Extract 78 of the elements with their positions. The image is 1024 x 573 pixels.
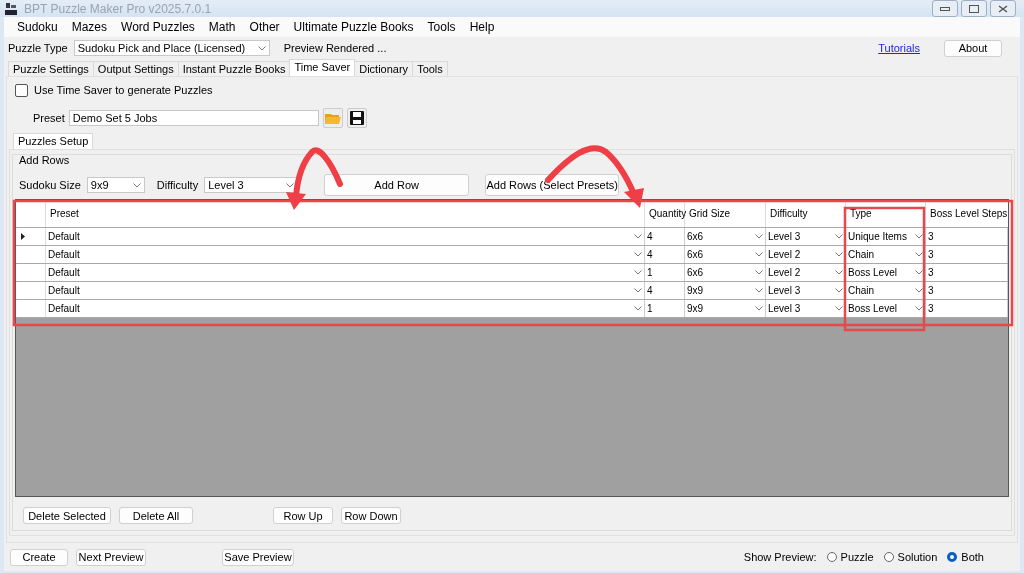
dropdown-cell[interactable]: Default [46, 282, 645, 299]
sudoku-size-label: Sudoku Size [19, 179, 81, 191]
column-header[interactable]: Grid Size [689, 208, 731, 219]
group-title: Add Rows [19, 154, 71, 166]
dropdown-cell[interactable]: Default [46, 300, 645, 317]
dropdown-cell[interactable]: Level 2 [766, 246, 846, 263]
column-header[interactable]: Difficulty [770, 208, 808, 219]
column-header[interactable]: Type [850, 208, 872, 219]
table-cell: 3 [928, 285, 934, 296]
puzzle-type-label: Puzzle Type [8, 42, 68, 54]
column-header[interactable]: Preset [50, 208, 79, 219]
table-cell: 3 [928, 231, 934, 242]
menu-item[interactable]: Mazes [64, 20, 115, 34]
dropdown-cell[interactable]: 6x6 [685, 264, 766, 281]
tab[interactable]: Puzzle Settings [8, 61, 94, 76]
dropdown-cell[interactable]: Default [46, 246, 645, 263]
add-row-button[interactable]: Add Row [324, 174, 470, 196]
table-cell: 3 [928, 303, 934, 314]
menu-item[interactable]: Other [242, 20, 287, 34]
difficulty-dropdown[interactable]: Level 3 [204, 177, 299, 193]
dropdown-cell[interactable]: Level 3 [766, 228, 846, 245]
tab[interactable]: Output Settings [92, 61, 179, 76]
menu-item[interactable]: Tools [420, 20, 463, 34]
table-cell: 4 [647, 285, 653, 296]
puzzle-type-dropdown[interactable]: Sudoku Pick and Place (Licensed) [73, 40, 270, 56]
dropdown-cell[interactable]: Boss Level [846, 300, 926, 317]
row-down-button[interactable]: Row Down [341, 507, 401, 524]
tab[interactable]: Dictionary [354, 61, 414, 76]
preview-status: Preview Rendered ... [283, 42, 387, 54]
window-title: BPT Puzzle Maker Pro v2025.7.0.1 [24, 1, 213, 16]
menu-item[interactable]: Ultimate Puzzle Books [286, 20, 421, 34]
delete-selected-button[interactable]: Delete Selected [23, 507, 111, 524]
dropdown-cell[interactable]: Level 3 [766, 282, 846, 299]
checkbox-label: Use Time Saver to generate Puzzles [34, 84, 213, 96]
radio-option[interactable]: Puzzle [826, 551, 874, 563]
tab[interactable]: Time Saver [289, 59, 356, 76]
dropdown-cell[interactable]: Chain [846, 282, 926, 299]
dropdown-cell[interactable]: 6x6 [685, 228, 766, 245]
preset-field[interactable]: Demo Set 5 Jobs [68, 110, 319, 126]
next-preview-button[interactable]: Next Preview [76, 548, 146, 566]
table-cell: 4 [647, 231, 653, 242]
dropdown-cell[interactable]: Default [46, 228, 645, 245]
difficulty-label: Difficulty [156, 179, 199, 191]
sudoku-size-dropdown[interactable]: 9x9 [86, 177, 145, 193]
add-rows-button[interactable]: Add Rows (Select Presets) [485, 174, 620, 196]
column-header[interactable]: Boss Level Steps [930, 208, 1008, 219]
dropdown-cell[interactable]: 9x9 [685, 300, 766, 317]
tutorials-link[interactable]: Tutorials [878, 42, 920, 54]
dropdown-cell[interactable]: Unique Items [846, 228, 926, 245]
table-cell: 3 [928, 267, 934, 278]
save-preview-button[interactable]: Save Preview [222, 548, 294, 566]
menu-item[interactable]: Help [462, 20, 502, 34]
tab[interactable]: Instant Puzzle Books [177, 61, 291, 76]
dropdown-cell[interactable]: Boss Level [846, 264, 926, 281]
row-up-button[interactable]: Row Up [273, 507, 333, 524]
column-header[interactable]: Quantity [649, 208, 687, 219]
dropdown-cell[interactable]: Default [46, 264, 645, 281]
about-button[interactable]: About [944, 39, 1002, 57]
menu-item[interactable]: Sudoku [10, 20, 65, 34]
tab[interactable]: Puzzles Setup [13, 133, 94, 149]
dropdown-cell[interactable]: 9x9 [685, 282, 766, 299]
dropdown-cell[interactable]: Level 2 [766, 264, 846, 281]
menu-item[interactable]: Math [201, 20, 243, 34]
radio-option[interactable]: Solution [883, 551, 938, 563]
radio-option[interactable]: Both [947, 551, 984, 563]
preset-label: Preset [33, 112, 65, 124]
dropdown-cell[interactable]: Chain [846, 246, 926, 263]
tab[interactable]: Tools [412, 61, 448, 76]
dropdown-cell[interactable]: Level 3 [766, 300, 846, 317]
table-cell: 3 [928, 249, 934, 260]
table-cell: 1 [647, 267, 653, 278]
create-button[interactable]: Create [10, 548, 68, 566]
delete-all-button[interactable]: Delete All [119, 507, 193, 524]
menu-item[interactable]: Word Puzzles [114, 20, 202, 34]
show-preview-label: Show Preview: [743, 551, 817, 563]
table-cell: 1 [647, 303, 653, 314]
dropdown-cell[interactable]: 6x6 [685, 246, 766, 263]
table-cell: 4 [647, 249, 653, 260]
